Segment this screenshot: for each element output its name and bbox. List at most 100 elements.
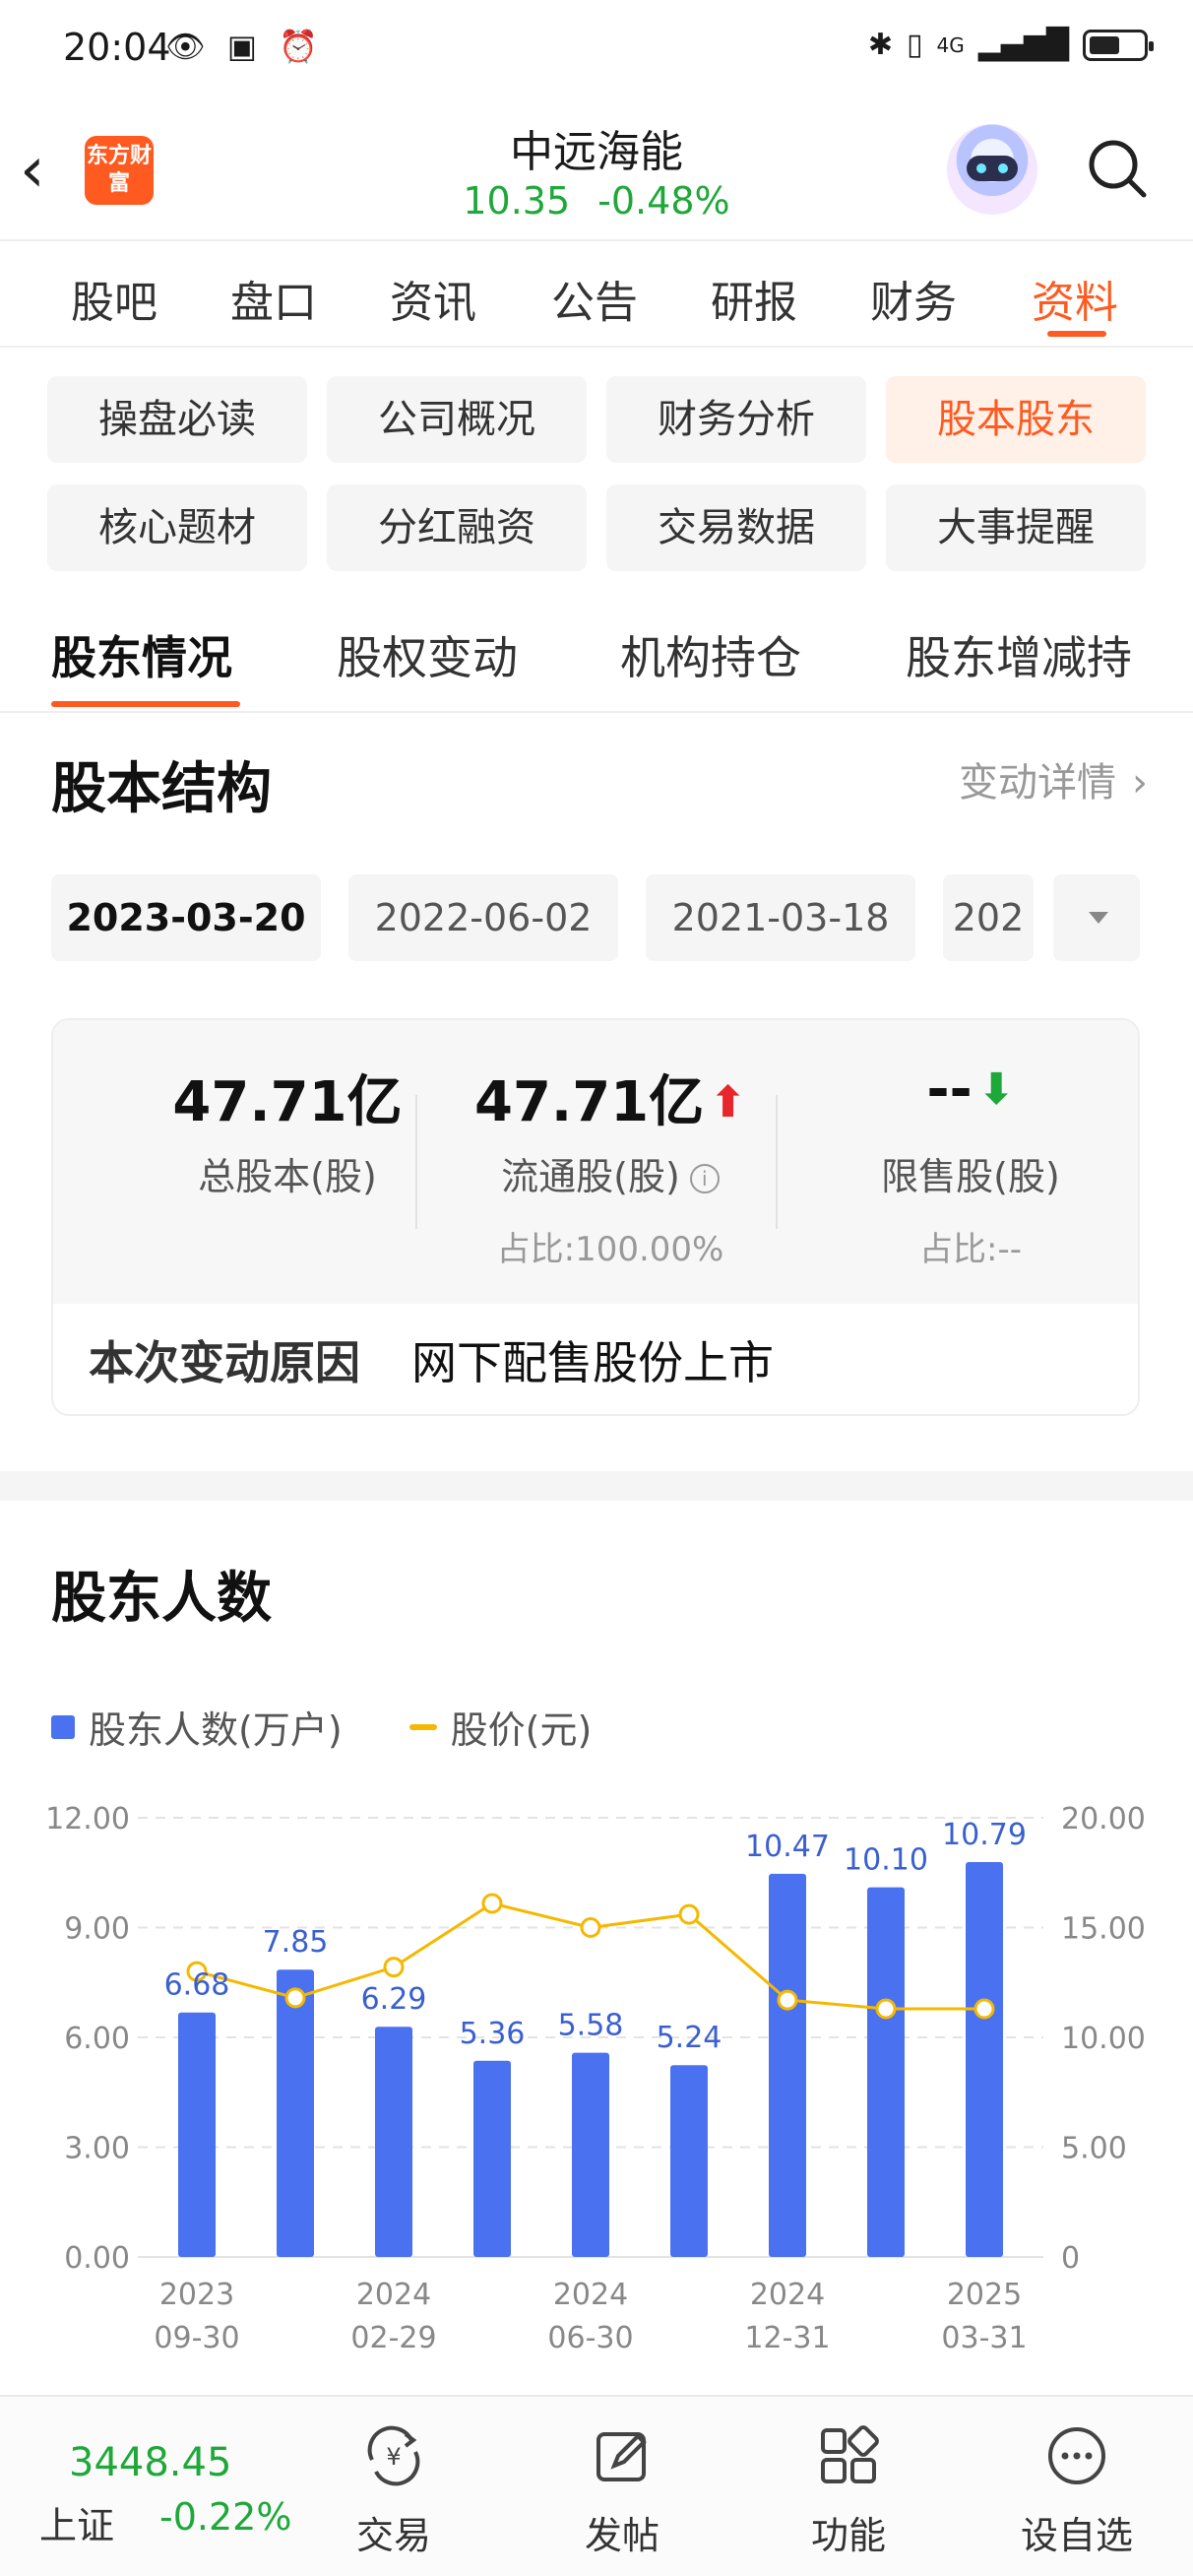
- bottom-bar: 3448.45 上证 -0.22% ¥ 交易 发帖 功能 设自选: [0, 2395, 1193, 2576]
- price-point: [875, 1998, 897, 2020]
- tab-finance[interactable]: 财务: [870, 267, 957, 330]
- trade-icon: ¥: [367, 2425, 420, 2486]
- date-option[interactable]: 2021-03-18: [646, 874, 915, 961]
- bar: [473, 2060, 511, 2257]
- index-value[interactable]: 3448.45: [69, 2440, 231, 2485]
- status-bar: 20:04 👁 ▣ ⏰ ✱ ▯ 4G ▂▄▆█: [0, 0, 1193, 98]
- vibrate-icon: ▯: [906, 28, 923, 62]
- svg-text:¥: ¥: [386, 2443, 401, 2471]
- bar: [670, 2065, 708, 2257]
- more-icon: [1048, 2427, 1105, 2484]
- index-change[interactable]: -0.22%: [159, 2495, 291, 2539]
- category-trading-data[interactable]: 交易数据: [606, 484, 866, 571]
- x-axis-tick-year: 2024: [553, 2278, 628, 2312]
- bar: [375, 2027, 412, 2257]
- float-shares-label-row: 流通股(股) i: [433, 1146, 787, 1200]
- battery-icon: [1083, 29, 1154, 61]
- divider: [415, 1095, 417, 1229]
- category-major-events[interactable]: 大事提醒: [886, 484, 1146, 571]
- nav-post[interactable]: 发帖: [543, 2424, 701, 2559]
- chart-legend: 股东人数(万户) 股价(元): [51, 1700, 592, 1754]
- subtab-holding-changes[interactable]: 股东增减持: [906, 622, 1132, 687]
- total-shares-metric: 47.71亿 总股本(股): [110, 1058, 465, 1200]
- share-structure-title: 股本结构: [51, 757, 272, 821]
- bar: [277, 1969, 314, 2257]
- nav-functions[interactable]: 功能: [770, 2424, 927, 2559]
- x-axis-tick-date: 02-29: [350, 2321, 436, 2355]
- section-separator: [0, 1471, 1193, 1501]
- share-structure-card: 47.71亿 总股本(股) 47.71亿 ⬆ 流通股(股) i 占比:100.00%…: [51, 1018, 1140, 1416]
- category-company-overview[interactable]: 公司概况: [327, 376, 587, 463]
- right-axis-tick: 20.00: [1061, 1802, 1146, 1836]
- search-icon[interactable]: [1087, 138, 1148, 199]
- subtab-institutions[interactable]: 机构持仓: [620, 622, 801, 687]
- main-tabs: 股吧 盘口 资讯 公告 研报 财务 资料: [0, 243, 1193, 348]
- left-axis-tick: 9.00: [64, 1912, 130, 1947]
- bar-value-label: 10.79: [942, 1818, 1027, 1852]
- sub-tabs: 股东情况 股权变动 机构持仓 股东增减持: [0, 611, 1193, 713]
- x-axis-tick-date: 03-31: [941, 2321, 1027, 2355]
- tab-profile[interactable]: 资料: [1032, 267, 1118, 330]
- date-dropdown-button[interactable]: [1053, 874, 1140, 961]
- bar-value-label: 5.36: [460, 2017, 526, 2051]
- date-option[interactable]: 202: [943, 874, 1034, 961]
- nav-functions-label: 功能: [810, 2514, 886, 2557]
- total-shares-value: 47.71亿: [172, 1070, 403, 1134]
- tab-guba[interactable]: 股吧: [71, 267, 157, 330]
- tab-announcements[interactable]: 公告: [551, 267, 638, 330]
- info-icon[interactable]: i: [689, 1164, 720, 1193]
- stock-price: 10.35: [463, 179, 571, 223]
- nav-post-label: 发帖: [584, 2514, 659, 2557]
- category-dividends-financing[interactable]: 分红融资: [327, 484, 587, 571]
- index-name[interactable]: 上证: [39, 2495, 114, 2549]
- holder-count-title: 股东人数: [51, 1567, 272, 1631]
- date-option[interactable]: 2023-03-20: [51, 874, 321, 961]
- date-option[interactable]: 2022-06-02: [348, 874, 618, 961]
- subtab-holders[interactable]: 股东情况: [51, 622, 232, 687]
- left-axis-tick: 6.00: [64, 2022, 130, 2056]
- right-axis-tick: 15.00: [1061, 1912, 1146, 1947]
- left-axis-tick: 3.00: [64, 2132, 130, 2166]
- bar-value-label: 6.68: [164, 1968, 230, 2003]
- bar: [867, 1887, 905, 2257]
- divider: [776, 1095, 778, 1229]
- arrow-up-icon: ⬆: [710, 1077, 746, 1127]
- x-axis-tick-year: 2024: [356, 2278, 431, 2312]
- right-axis-tick: 5.00: [1061, 2132, 1127, 2166]
- price-point: [580, 1917, 601, 1938]
- category-financial-analysis[interactable]: 财务分析: [606, 376, 866, 463]
- restricted-shares-value: --: [926, 1058, 973, 1122]
- legend-line-swatch: [408, 1723, 437, 1730]
- tab-research[interactable]: 研报: [711, 267, 797, 330]
- active-tab-indicator: [1047, 331, 1106, 337]
- total-shares-label: 总股本(股): [198, 1155, 377, 1198]
- x-axis-tick-date: 06-30: [547, 2321, 633, 2355]
- tab-news[interactable]: 资讯: [390, 267, 476, 330]
- status-time: 20:04: [63, 26, 171, 69]
- x-axis-tick-year: 2024: [750, 2278, 825, 2312]
- category-trading-essentials[interactable]: 操盘必读: [47, 376, 307, 463]
- price-point: [284, 1987, 306, 2009]
- tab-pankou[interactable]: 盘口: [230, 267, 317, 330]
- x-axis-tick-year: 2025: [947, 2278, 1022, 2312]
- nav-trade[interactable]: ¥ 交易: [315, 2424, 472, 2559]
- bar-value-label: 6.29: [361, 1982, 427, 2017]
- notification-icons: 👁 ▣ ⏰: [165, 28, 325, 65]
- change-reason-label: 本次变动原因: [89, 1336, 360, 1389]
- change-details-link[interactable]: 变动详情 ›: [959, 750, 1148, 807]
- x-axis-tick-date: 12-31: [744, 2321, 830, 2355]
- network-type: 4G: [936, 32, 965, 57]
- legend-bar-swatch: [51, 1714, 75, 1739]
- x-axis-tick-date: 09-30: [154, 2321, 239, 2355]
- bar: [769, 1873, 806, 2257]
- change-details-label: 变动详情: [959, 760, 1116, 805]
- bluetooth-icon: ✱: [867, 28, 893, 62]
- subtab-equity-changes[interactable]: 股权变动: [337, 622, 518, 687]
- category-core-themes[interactable]: 核心题材: [47, 484, 307, 571]
- stock-header: ‹ 东方财富 中远海能 10.35 -0.48%: [0, 98, 1193, 241]
- right-axis-tick: 10.00: [1061, 2022, 1146, 2056]
- assistant-robot-icon[interactable]: [947, 124, 1037, 215]
- bar-value-label: 10.47: [745, 1830, 830, 1864]
- nav-watchlist[interactable]: 设自选: [998, 2424, 1156, 2559]
- category-shares-holders[interactable]: 股本股东: [886, 376, 1146, 463]
